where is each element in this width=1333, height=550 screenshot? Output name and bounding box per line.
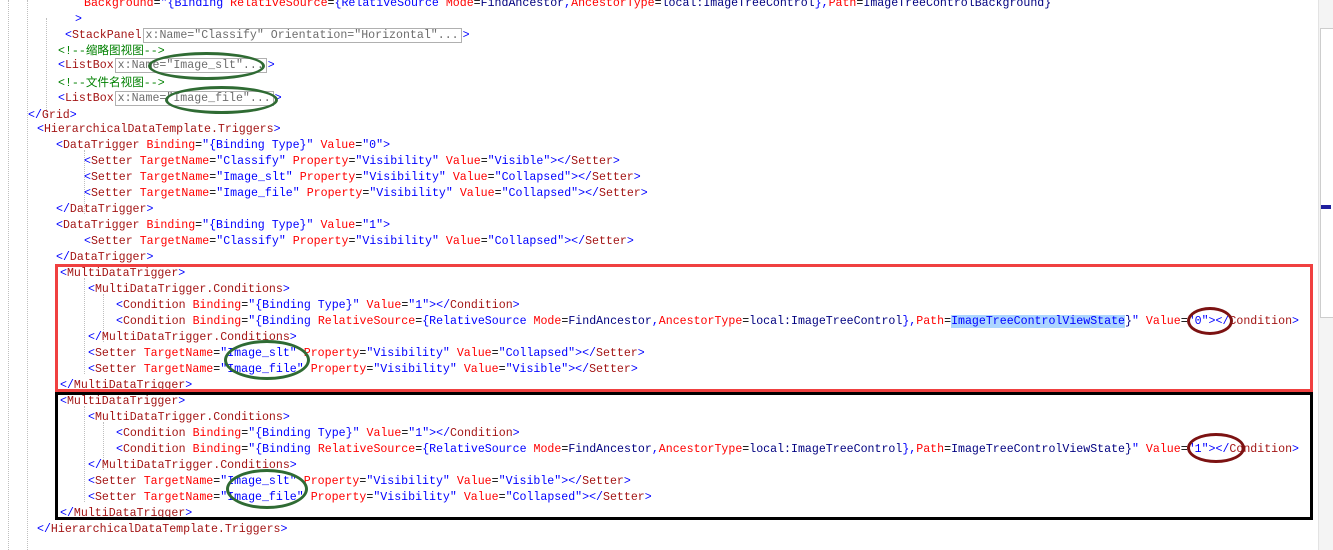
scrollbar-change-marker	[1321, 205, 1331, 209]
collapsed-attribute-region[interactable]: x:Name="Classify" Orientation="Horizonta…	[142, 28, 462, 43]
code-line: <!--文件名视图-->	[58, 77, 165, 90]
code-line: <Condition Binding="{Binding RelativeSou…	[116, 443, 1300, 456]
code-line: <Condition Binding="{Binding Type}" Valu…	[116, 427, 520, 440]
code-line: </MultiDataTrigger.Conditions>	[88, 459, 297, 472]
selected-text: ImageTreeControlViewState	[951, 315, 1125, 328]
vertical-scrollbar[interactable]	[1318, 0, 1333, 550]
code-text-layer[interactable]: Background="{Binding RelativeSource={Rel…	[0, 0, 1333, 550]
code-line: <Setter TargetName="Image_slt" Property=…	[84, 171, 641, 184]
code-line: </MultiDataTrigger>	[60, 507, 193, 520]
code-line: <HierarchicalDataTemplate.Triggers>	[37, 123, 281, 136]
code-line: <Setter TargetName="Image_file" Property…	[88, 363, 638, 376]
code-line: </HierarchicalDataTemplate.Triggers>	[37, 523, 288, 536]
code-line: <StackPanel x:Name="Classify" Orientation…	[65, 28, 470, 43]
code-line: <ListBox x:Name="Image_file"... >	[58, 91, 282, 106]
code-line: <Setter TargetName="Image_file" Property…	[84, 187, 648, 200]
code-line: >	[75, 13, 82, 26]
code-line: </DataTrigger>	[56, 251, 154, 264]
code-line: <ListBox x:Name="Image_slt"... >	[58, 58, 275, 73]
collapsed-attribute-region[interactable]: x:Name="Image_slt"...	[114, 58, 267, 73]
code-line: <Setter TargetName="Classify" Property="…	[84, 155, 620, 168]
code-line: <DataTrigger Binding="{Binding Type}" Va…	[56, 139, 391, 152]
xaml-code-editor[interactable]: Background="{Binding RelativeSource={Rel…	[0, 0, 1333, 550]
code-line: Background="{Binding RelativeSource={Rel…	[84, 0, 1052, 10]
code-line: <Setter TargetName="Image_file" Property…	[88, 491, 652, 504]
code-line: <Setter TargetName="Image_slt" Property=…	[88, 347, 645, 360]
code-line: </MultiDataTrigger.Conditions>	[88, 331, 297, 344]
collapsed-attribute-region[interactable]: x:Name="Image_file"...	[114, 91, 274, 106]
code-line: <DataTrigger Binding="{Binding Type}" Va…	[56, 219, 391, 232]
code-line: </MultiDataTrigger>	[60, 379, 193, 392]
code-line: </DataTrigger>	[56, 203, 154, 216]
code-line: <Setter TargetName="Classify" Property="…	[84, 235, 634, 248]
code-line: <MultiDataTrigger.Conditions>	[88, 283, 290, 296]
code-line: <Condition Binding="{Binding Type}" Valu…	[116, 299, 520, 312]
scrollbar-thumb[interactable]	[1320, 28, 1333, 318]
code-line: <MultiDataTrigger>	[60, 395, 186, 408]
code-line: <MultiDataTrigger.Conditions>	[88, 411, 290, 424]
code-line: <Condition Binding="{Binding RelativeSou…	[116, 315, 1300, 328]
code-line: <Setter TargetName="Image_slt" Property=…	[88, 475, 631, 488]
code-line: <MultiDataTrigger>	[60, 267, 186, 280]
